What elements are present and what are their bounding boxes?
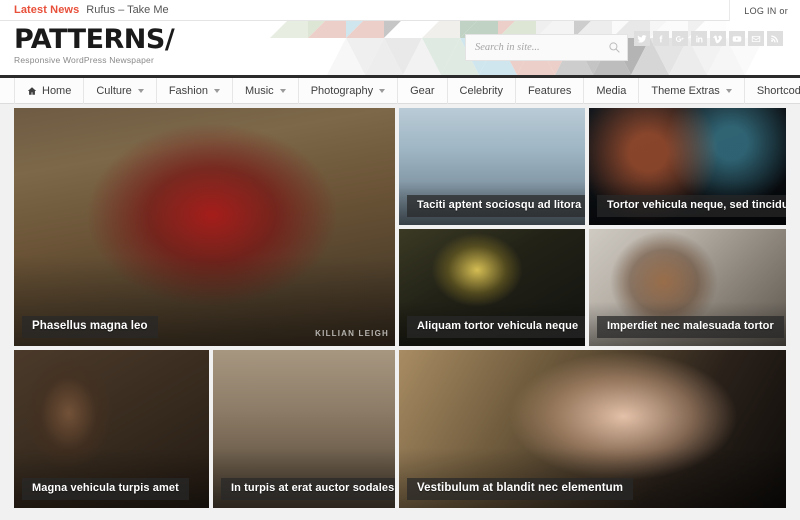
nav-item-label: Shortcodes	[756, 85, 800, 97]
nav-item-label: Media	[596, 85, 627, 97]
nav-item-shortcodes[interactable]: Shortcodes	[745, 78, 800, 104]
envelope-icon[interactable]	[748, 31, 764, 46]
nav-item-label: Music	[244, 85, 274, 97]
nav-item-label: Celebrity	[459, 85, 503, 97]
featured-post-tile[interactable]: In turpis at erat auctor sodales	[213, 350, 395, 508]
google-plus-icon[interactable]	[672, 31, 688, 46]
nav-item-culture[interactable]: Culture	[84, 78, 157, 104]
social-links[interactable]	[634, 31, 786, 46]
featured-posts-grid: Phasellus magna leo KILLIAN LEIGH Taciti…	[14, 108, 786, 508]
main-navigation-bar: Home Culture Fashion Music Photography G…	[0, 75, 800, 104]
featured-post-tile[interactable]: Aliquam tortor vehicula neque	[399, 229, 585, 346]
featured-post-tile[interactable]: Taciti aptent sociosqu ad litora	[399, 108, 585, 225]
main-navigation: Home Culture Fashion Music Photography G…	[14, 78, 800, 104]
featured-post-tile[interactable]: Tortor vehicula neque, sed tincidunt	[589, 108, 786, 225]
rss-icon[interactable]	[767, 31, 783, 46]
site-tagline: Responsive WordPress Newspaper	[14, 55, 155, 65]
nav-item-label: Culture	[96, 85, 132, 97]
nav-item-label: Features	[527, 85, 572, 97]
search-box[interactable]	[465, 34, 628, 61]
chevron-down-icon	[279, 89, 286, 93]
chevron-down-icon	[379, 89, 386, 93]
post-title[interactable]: Vestibulum at blandit nec elementum	[407, 477, 634, 500]
vimeo-icon[interactable]	[710, 31, 726, 46]
page-root: Latest News Rufus – Take Me LOG IN or PA…	[0, 0, 800, 520]
post-title[interactable]: Magna vehicula turpis amet	[22, 478, 189, 500]
chevron-down-icon	[725, 89, 732, 93]
featured-post-tile[interactable]: Magna vehicula turpis amet	[14, 350, 209, 508]
nav-item-gear[interactable]: Gear	[398, 78, 448, 104]
nav-item-label: Gear	[410, 85, 435, 97]
twitter-icon[interactable]	[634, 31, 650, 46]
home-icon	[27, 87, 37, 95]
search-icon[interactable]	[608, 41, 621, 54]
featured-post-tile[interactable]: Imperdiet nec malesuada tortor	[589, 229, 786, 346]
nav-item-media[interactable]: Media	[584, 78, 640, 104]
latest-news-item[interactable]: Rufus – Take Me	[79, 4, 168, 16]
nav-item-home[interactable]: Home	[14, 78, 85, 104]
post-title[interactable]: Taciti aptent sociosqu ad litora	[407, 195, 585, 217]
nav-item-fashion[interactable]: Fashion	[157, 78, 233, 104]
site-branding[interactable]: PATTERNS/ Responsive WordPress Newspaper	[14, 24, 175, 65]
nav-item-music[interactable]: Music	[233, 78, 299, 104]
youtube-icon[interactable]	[729, 31, 745, 46]
nav-item-features[interactable]: Features	[516, 78, 585, 104]
nav-item-label: Fashion	[168, 85, 208, 97]
image-watermark: KILLIAN LEIGH	[315, 329, 389, 338]
chevron-down-icon	[137, 89, 144, 93]
site-header: PATTERNS/ Responsive WordPress Newspaper	[0, 21, 800, 75]
login-area[interactable]: LOG IN or	[729, 0, 800, 21]
facebook-icon[interactable]	[653, 31, 669, 46]
nav-item-label: Theme Extras	[651, 85, 720, 97]
nav-item-photography[interactable]: Photography	[299, 78, 399, 104]
linkedin-icon[interactable]	[691, 31, 707, 46]
site-title: PATTERNS/	[14, 24, 175, 55]
post-title[interactable]: Aliquam tortor vehicula neque	[407, 316, 585, 338]
search-input[interactable]	[475, 42, 608, 53]
post-title[interactable]: Imperdiet nec malesuada tortor	[597, 316, 784, 338]
top-bar: Latest News Rufus – Take Me LOG IN or	[0, 0, 800, 21]
featured-post-tile[interactable]: Phasellus magna leo KILLIAN LEIGH	[14, 108, 395, 346]
chevron-down-icon	[213, 89, 220, 93]
post-title[interactable]: Tortor vehicula neque, sed tincidunt	[597, 195, 786, 217]
post-title[interactable]: Phasellus magna leo	[22, 315, 158, 338]
image-overlay	[14, 108, 395, 346]
nav-item-celebrity[interactable]: Celebrity	[448, 78, 516, 104]
nav-item-theme-extras[interactable]: Theme Extras	[639, 78, 745, 104]
nav-item-label: Home	[42, 85, 72, 97]
featured-post-tile[interactable]: Vestibulum at blandit nec elementum	[399, 350, 786, 508]
nav-item-label: Photography	[310, 85, 374, 97]
login-link[interactable]: LOG IN or	[744, 6, 788, 16]
latest-news-label: Latest News	[14, 4, 80, 16]
post-title[interactable]: In turpis at erat auctor sodales	[221, 478, 395, 500]
